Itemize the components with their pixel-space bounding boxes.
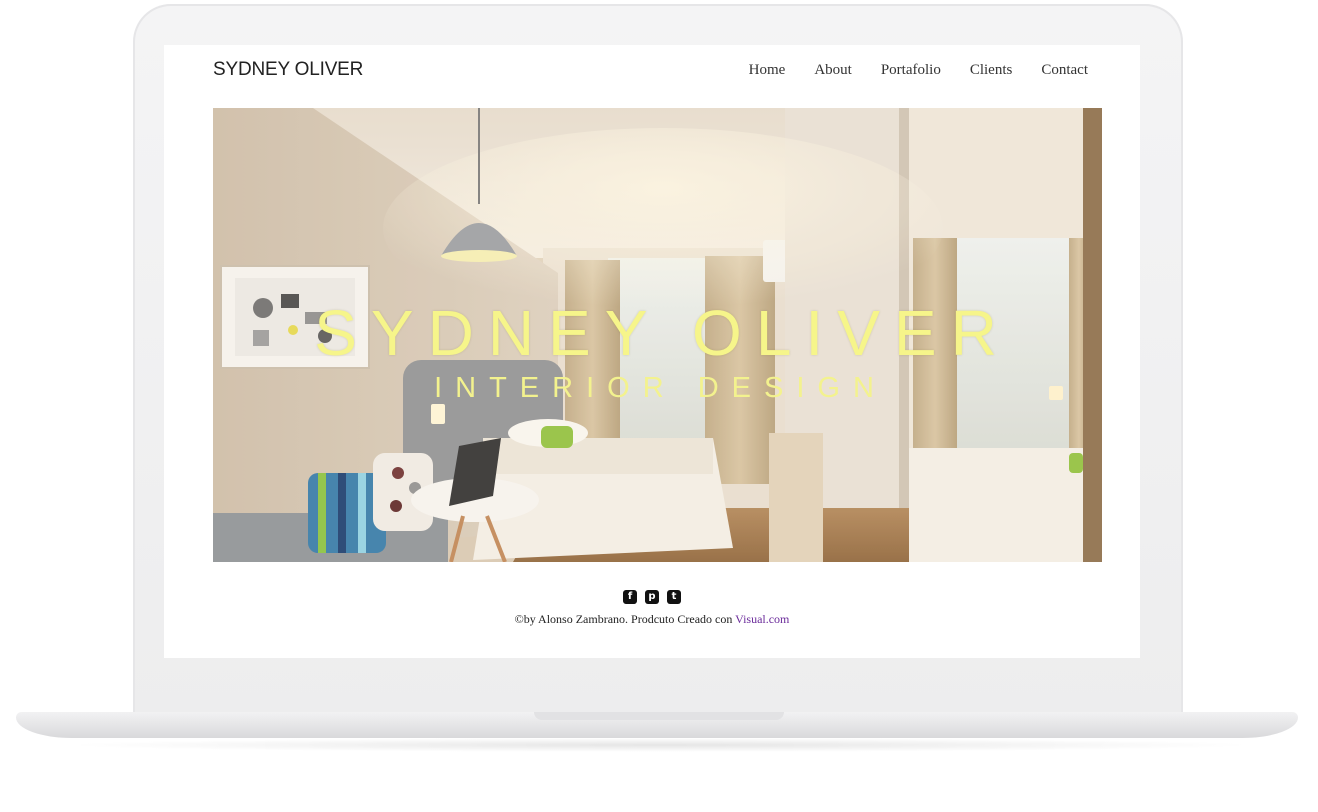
nav-contact[interactable]: Contact	[1041, 62, 1088, 79]
nav-clients[interactable]: Clients	[970, 62, 1013, 79]
footer-credit: ©by Alonso Zambrano. Prodcuto Creado con…	[164, 612, 1140, 627]
social-links: f p t	[164, 590, 1140, 604]
footer-credit-text: ©by Alonso Zambrano. Prodcuto Creado con	[514, 612, 736, 626]
nav-portafolio[interactable]: Portafolio	[881, 62, 941, 79]
site-nav: Home About Portafolio Clients Contact	[749, 62, 1088, 79]
laptop-base-notch	[534, 712, 784, 720]
hero-title: SYDNEY OLIVER	[314, 297, 1011, 369]
laptop-shadow	[60, 738, 1260, 752]
hero-banner: SYDNEY OLIVER INTERIOR DESIGN	[213, 108, 1102, 562]
pinterest-icon[interactable]: p	[645, 590, 659, 604]
nav-about[interactable]: About	[814, 62, 852, 79]
footer-credit-link[interactable]: Visual.com	[735, 612, 789, 626]
nav-home[interactable]: Home	[749, 62, 786, 79]
twitter-icon[interactable]: t	[667, 590, 681, 604]
facebook-icon[interactable]: f	[623, 590, 637, 604]
laptop-mockup: SYDNEY OLIVER Home About Portafolio Clie…	[0, 0, 1318, 812]
site-brand[interactable]: SYDNEY OLIVER	[213, 59, 363, 81]
laptop-screen: SYDNEY OLIVER Home About Portafolio Clie…	[164, 45, 1140, 658]
hero-subtitle: INTERIOR DESIGN	[434, 372, 887, 404]
